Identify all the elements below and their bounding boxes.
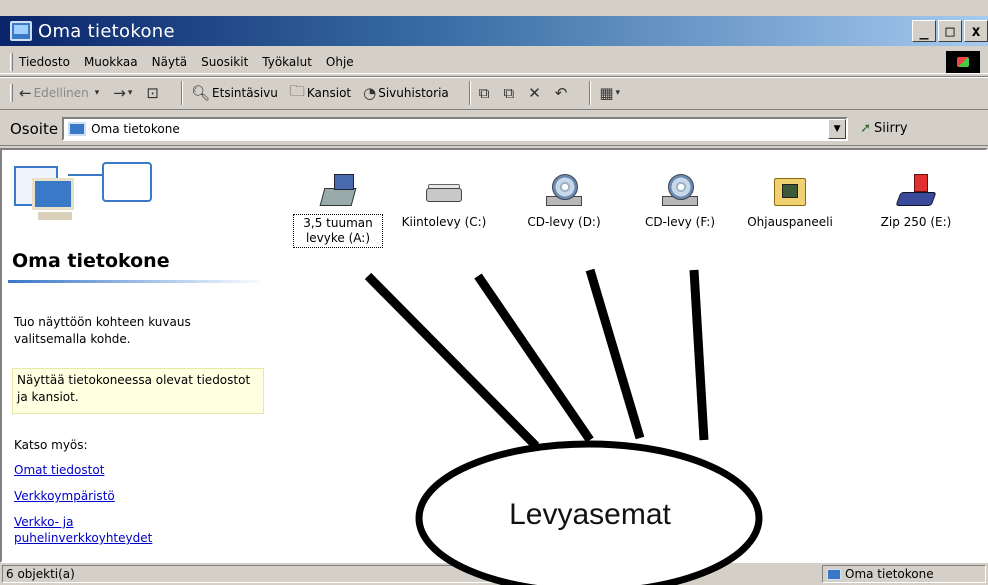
minimize-button[interactable]: _ xyxy=(912,20,936,42)
panel-description: Tuo näyttöön kohteen kuvaus valitsemalla… xyxy=(14,315,191,346)
menu-file[interactable]: Tiedosto xyxy=(19,55,70,69)
folders-label: Kansiot xyxy=(306,86,352,100)
menu-help[interactable]: Ohje xyxy=(326,55,354,69)
move-to-button[interactable]: ⧉ xyxy=(479,84,492,102)
toolbar: ← Edellinen ▾ → ▾ ⊡ 🔍︎ Etsintäsivu 🗀 Kan… xyxy=(0,76,988,110)
views-icon: ▦ xyxy=(599,84,614,102)
status-bar: 6 objekti(a) Oma tietokone xyxy=(0,563,988,585)
forward-dropdown-icon[interactable]: ▾ xyxy=(128,88,133,98)
my-computer-icon xyxy=(68,121,87,136)
zip-drive-icon xyxy=(895,174,937,208)
drive-icon-a[interactable]: 3,5 tuuman levyke (A:) xyxy=(290,174,386,248)
forward-arrow-icon: → xyxy=(113,84,126,102)
go-button[interactable]: ➚ Siirry xyxy=(860,121,908,136)
back-dropdown-icon[interactable]: ▾ xyxy=(95,88,100,98)
web-view-panel: Oma tietokone Tuo näyttöön kohteen kuvau… xyxy=(8,158,266,558)
status-zone-label: Oma tietokone xyxy=(845,567,934,581)
folders-icon: 🗀 xyxy=(289,81,305,100)
my-computer-banner-icon xyxy=(8,158,168,230)
address-input[interactable]: Oma tietokone ▼ xyxy=(62,116,849,141)
status-zone: Oma tietokone xyxy=(822,565,986,583)
history-label: Sivuhistoria xyxy=(378,86,449,100)
drive-icon-c[interactable]: Kiintolevy (C:) xyxy=(396,174,492,231)
explorer-window: Oma tietokone _ □ x Tiedosto Muokkaa Näy… xyxy=(0,0,988,585)
callout-label: Levyasemat xyxy=(509,498,671,531)
delete-button[interactable]: ✕ xyxy=(528,84,543,102)
hard-drive-icon xyxy=(424,174,464,208)
drive-label: Zip 250 (E:) xyxy=(880,215,952,229)
back-button[interactable]: ← Edellinen ▾ xyxy=(19,84,101,102)
status-object-count: 6 objekti(a) xyxy=(2,565,522,583)
link-network-places[interactable]: Verkkoympäristö xyxy=(14,488,115,504)
menu-bar: Tiedosto Muokkaa Näytä Suosikit Työkalut… xyxy=(0,50,988,74)
views-button[interactable]: ▦ ▾ xyxy=(599,84,622,102)
panel-divider xyxy=(8,280,266,283)
drive-label: 3,5 tuuman levyke (A:) xyxy=(293,214,383,248)
link-my-documents[interactable]: Omat tiedostot xyxy=(14,462,104,478)
drive-label: CD-levy (F:) xyxy=(644,215,716,229)
undo-icon: ↶ xyxy=(554,84,568,102)
my-computer-icon xyxy=(10,21,32,41)
my-computer-icon xyxy=(827,568,841,580)
close-button[interactable]: x xyxy=(964,20,988,42)
drive-label: CD-levy (D:) xyxy=(527,215,601,229)
cd-drive-icon xyxy=(544,174,584,208)
menu-edit[interactable]: Muokkaa xyxy=(84,55,138,69)
panel-title: Oma tietokone xyxy=(12,250,170,272)
views-dropdown-icon[interactable]: ▾ xyxy=(616,88,621,98)
toolbar-grip[interactable] xyxy=(10,84,13,102)
back-label: Edellinen xyxy=(33,86,89,100)
maximize-button[interactable]: □ xyxy=(938,20,962,42)
toolbar-separator xyxy=(468,81,471,105)
drive-icon-f[interactable]: CD-levy (F:) xyxy=(632,174,728,231)
address-label: Osoite xyxy=(10,119,59,138)
floppy-icon xyxy=(318,174,358,208)
panel-info-box: Näyttää tietokoneessa olevat tiedostot j… xyxy=(12,368,264,414)
up-folder-button[interactable]: ⊡ xyxy=(146,84,161,102)
window-controls: _ □ x xyxy=(912,20,988,42)
control-panel-item[interactable]: Ohjauspaneeli xyxy=(742,174,838,231)
drive-label: Kiintolevy (C:) xyxy=(401,215,487,229)
drive-label: Ohjauspaneeli xyxy=(747,215,833,229)
folders-button[interactable]: 🗀 Kansiot xyxy=(290,81,351,106)
address-bar: Osoite Oma tietokone ▼ ➚ Siirry xyxy=(0,112,988,146)
undo-button[interactable]: ↶ xyxy=(555,84,570,102)
forward-button[interactable]: → ▾ xyxy=(113,84,134,102)
title-bar[interactable]: Oma tietokone _ □ x xyxy=(0,16,988,46)
drive-icon-e[interactable]: Zip 250 (E:) xyxy=(868,174,964,231)
menu-view[interactable]: Näytä xyxy=(152,55,188,69)
toolbar-separator xyxy=(180,81,183,105)
see-also-heading: Katso myös: xyxy=(14,438,88,452)
window-title: Oma tietokone xyxy=(38,20,175,42)
drive-icon-d[interactable]: CD-levy (D:) xyxy=(516,174,612,231)
search-icon: 🔍︎ xyxy=(190,84,211,102)
menu-tools[interactable]: Työkalut xyxy=(262,55,312,69)
up-folder-icon: ⊡ xyxy=(146,84,159,102)
menu-grip[interactable] xyxy=(10,52,13,71)
address-value: Oma tietokone xyxy=(91,121,180,136)
cd-drive-icon xyxy=(660,174,700,208)
move-to-icon: ⧉ xyxy=(478,84,490,102)
windows-logo-icon xyxy=(946,51,980,73)
delete-icon: ✕ xyxy=(528,84,541,102)
menu-favorites[interactable]: Suosikit xyxy=(201,55,248,69)
search-label: Etsintäsivu xyxy=(212,86,278,100)
copy-to-button[interactable]: ⧉ xyxy=(503,84,516,102)
history-button[interactable]: ◔ Sivuhistoria xyxy=(363,84,449,102)
go-label: Siirry xyxy=(873,121,908,136)
back-arrow-icon: ← xyxy=(19,84,32,102)
address-dropdown-icon[interactable]: ▼ xyxy=(828,118,847,139)
search-button[interactable]: 🔍︎ Etsintäsivu xyxy=(191,84,278,102)
control-panel-icon xyxy=(770,174,810,208)
toolbar-separator xyxy=(589,81,592,105)
link-dial-up-connections[interactable]: Verkko- ja puhelinverkkoyhteydet xyxy=(14,514,214,546)
history-icon: ◔ xyxy=(363,84,377,102)
go-arrow-icon: ➚ xyxy=(860,121,871,136)
copy-to-icon: ⧉ xyxy=(503,84,515,102)
